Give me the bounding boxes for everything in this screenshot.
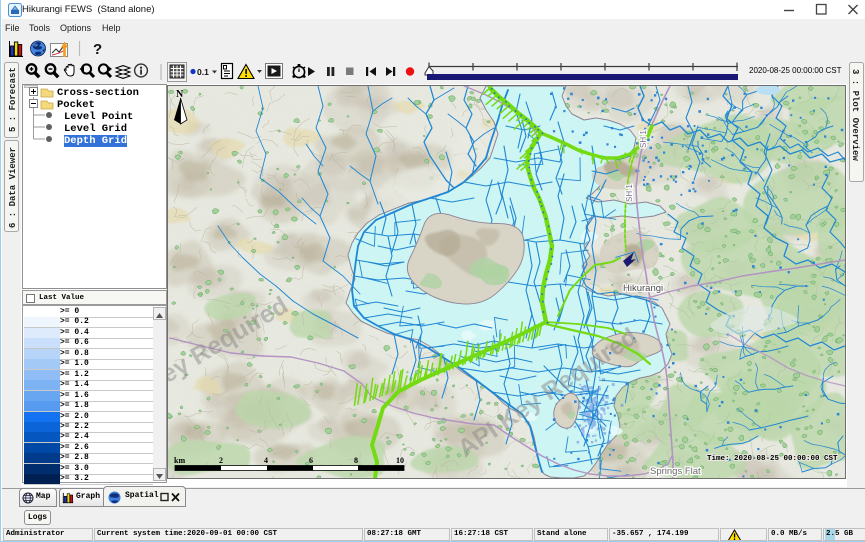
- svg-text:4: 4: [264, 456, 268, 465]
- svg-text:Springs Flat: Springs Flat: [650, 466, 701, 477]
- svg-text:2020-08-25 00:00:00 CST: 2020-08-25 00:00:00 CST: [749, 66, 842, 75]
- svg-text:6: 6: [309, 456, 313, 465]
- svg-text:5 : Forecast: 5 : Forecast: [8, 67, 18, 132]
- svg-text:10: 10: [396, 456, 404, 465]
- svg-text:N: N: [176, 89, 184, 100]
- svg-text:SH 1: SH 1: [625, 184, 634, 202]
- svg-text:Time: 2020-08-25 00:00:00 CST: Time: 2020-08-25 00:00:00 CST: [707, 455, 838, 463]
- svg-text:?: ?: [93, 41, 102, 58]
- svg-text:0.1: 0.1: [197, 67, 209, 77]
- svg-text:2: 2: [219, 456, 223, 465]
- svg-text:SH 1: SH 1: [639, 130, 648, 148]
- svg-text:3 : Plot Overview: 3 : Plot Overview: [850, 69, 860, 161]
- svg-text:6 : Data Viewer: 6 : Data Viewer: [8, 147, 18, 228]
- svg-text:km: km: [174, 456, 185, 465]
- svg-text:8: 8: [354, 456, 358, 465]
- svg-text:Hikurangi: Hikurangi: [623, 283, 663, 294]
